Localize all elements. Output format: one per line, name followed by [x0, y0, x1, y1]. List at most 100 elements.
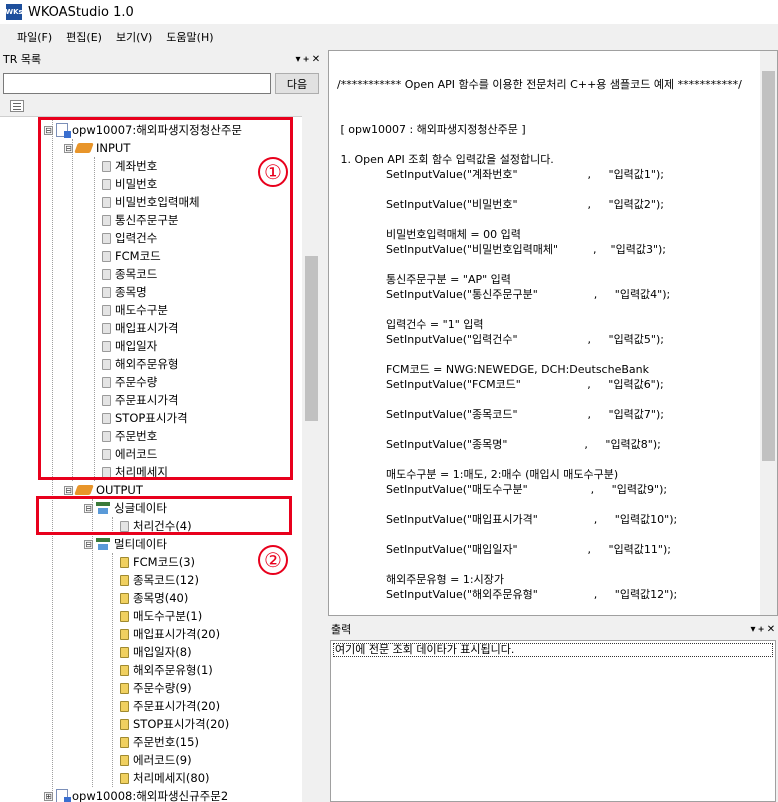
- tree-guide-line: [112, 553, 113, 787]
- code-line: 해외주문유형 = 1:시장가: [337, 573, 504, 586]
- code-line: SetInputValue("계좌번호" , "입력값1");: [337, 168, 664, 181]
- field-icon: [120, 736, 129, 748]
- tree-item-label: 종목코드(12): [133, 573, 199, 587]
- tree-item-field[interactable]: 종목명(40): [120, 589, 188, 607]
- tr-panel-title: TR 목록: [3, 53, 42, 66]
- title-bar: WKs WKOAStudio 1.0: [0, 0, 778, 24]
- tree-item-label: 매입표시가격(20): [133, 627, 221, 641]
- tree-item-label: 종목명(40): [133, 591, 189, 605]
- code-line: 입력건수 = "1" 입력: [337, 318, 484, 331]
- code-line: SetInputValue("비밀번호입력매체" , "입력값3");: [337, 243, 666, 256]
- scrollbar-thumb[interactable]: [305, 256, 318, 421]
- tree-item-field[interactable]: 종목코드(12): [120, 571, 199, 589]
- tree-item-label: 주문수량(9): [133, 681, 192, 695]
- tree-item-field[interactable]: 주문표시가격(20): [120, 697, 220, 715]
- annotation-badge: ①: [258, 157, 288, 187]
- tree-item-field[interactable]: 매입표시가격(20): [120, 625, 220, 643]
- menu-edit[interactable]: 편집(E): [59, 29, 109, 45]
- code-scrollbar[interactable]: [760, 51, 777, 615]
- field-icon: [120, 754, 129, 766]
- pin-icon[interactable]: ▾ ᚐ: [295, 54, 309, 65]
- field-icon: [120, 646, 129, 658]
- tree-item-field[interactable]: 주문수량(9): [120, 679, 192, 697]
- field-icon: [120, 772, 129, 784]
- code-line: 1. Open API 조회 함수 입력값을 설정합니다.: [337, 153, 554, 166]
- tree-item-label: opw10008:해외파생신규주문2: [72, 789, 229, 802]
- tree-item-multi[interactable]: ⊟ 멀티데이타: [84, 535, 167, 553]
- expand-toggle-icon[interactable]: ⊞: [44, 791, 53, 801]
- code-line: SetInputValue("매입일자" , "입력값11");: [337, 543, 671, 556]
- search-row: 다음: [3, 73, 320, 95]
- tree-item-label: OUTPUT: [96, 483, 143, 497]
- expand-toggle-icon[interactable]: ⊟: [84, 539, 93, 549]
- tr-list-panel: TR 목록 ▾ ᚐ ✕ 다음 ⊟ opw10007:해외파생지정청산주문 ⊟ INPU…: [0, 50, 323, 802]
- menu-help[interactable]: 도움말(H): [159, 29, 220, 45]
- tree-item-field[interactable]: 매도수구분(1): [120, 607, 202, 625]
- app-logo-icon: WKs: [5, 4, 23, 20]
- next-button[interactable]: 다음: [275, 73, 319, 94]
- field-icon: [120, 682, 129, 694]
- pin-icon[interactable]: ▾ ᚐ: [750, 624, 764, 635]
- expand-toggle-icon[interactable]: ⊟: [64, 485, 73, 495]
- highlight-box-input: [38, 117, 293, 480]
- tree-item-field[interactable]: FCM코드(3): [120, 553, 195, 571]
- code-line: 통신주문구분 = "AP" 입력: [337, 273, 511, 286]
- output-panel-header: 출력 ▾ ᚐ ✕: [328, 620, 778, 638]
- tree-item-field[interactable]: 처리메세지(80): [120, 769, 210, 787]
- field-icon: [120, 574, 129, 586]
- menu-view[interactable]: 보기(V): [109, 29, 159, 45]
- list-view-icon[interactable]: [10, 100, 24, 112]
- menu-file[interactable]: 파일(F): [10, 29, 59, 45]
- close-icon[interactable]: ✕: [764, 624, 778, 635]
- tree-item-field[interactable]: 매입일자(8): [120, 643, 192, 661]
- tree-item-label: 주문표시가격(20): [133, 699, 221, 713]
- tr-document-icon: [56, 789, 71, 802]
- highlight-box-single: [36, 496, 292, 535]
- tree-item-label: STOP표시가격(20): [133, 717, 230, 731]
- window-title: WKOAStudio 1.0: [28, 4, 134, 20]
- code-line: SetInputValue("입력건수" , "입력값5");: [337, 333, 664, 346]
- tree-item-label: 해외주문유형(1): [133, 663, 213, 677]
- tree-item-label: 멀티데이타: [114, 537, 167, 551]
- tree-item-field[interactable]: 에러코드(9): [120, 751, 192, 769]
- sample-code-text: /*********** Open API 함수를 이용한 전문처리 C++용 …: [337, 77, 742, 615]
- close-icon[interactable]: ✕: [309, 54, 323, 65]
- output-message[interactable]: 여기에 전문 조회 데이타가 표시됩니다.: [333, 643, 773, 657]
- field-icon: [120, 610, 129, 622]
- tree-item-root[interactable]: ⊞ opw10008:해외파생신규주문2: [44, 787, 228, 802]
- field-icon: [120, 664, 129, 676]
- code-line: /*********** Open API 함수를 이용한 전문처리 C++용 …: [337, 78, 742, 91]
- search-input[interactable]: [3, 73, 271, 94]
- code-line: SetInputValue("비밀번호" , "입력값2");: [337, 198, 664, 211]
- tr-panel-header: TR 목록 ▾ ᚐ ✕: [0, 50, 323, 68]
- tree-item-field[interactable]: 해외주문유형(1): [120, 661, 213, 679]
- tree-scrollbar[interactable]: [303, 116, 320, 802]
- tree-item-label: FCM코드(3): [133, 555, 196, 569]
- scrollbar-thumb[interactable]: [762, 71, 775, 461]
- tree-item-field[interactable]: STOP표시가격(20): [120, 715, 229, 733]
- code-line: SetInputValue("통신주문구분" , "입력값4");: [337, 288, 671, 301]
- field-icon: [120, 556, 129, 568]
- code-line: [ opw10007 : 해외파생지정청산주문 ]: [337, 123, 526, 136]
- code-panel: /*********** Open API 함수를 이용한 전문처리 C++용 …: [328, 50, 778, 616]
- field-icon: [120, 628, 129, 640]
- tree-item-field[interactable]: 주문번호(15): [120, 733, 199, 751]
- code-line: SetInputValue("FCM코드" , "입력값6");: [337, 378, 664, 391]
- code-line: SetInputValue("매도수구분" , "입력값9");: [337, 483, 668, 496]
- annotation-badge: ②: [258, 545, 288, 575]
- code-line: FCM코드 = NWG:NEWEDGE, DCH:DeutscheBank: [337, 363, 649, 376]
